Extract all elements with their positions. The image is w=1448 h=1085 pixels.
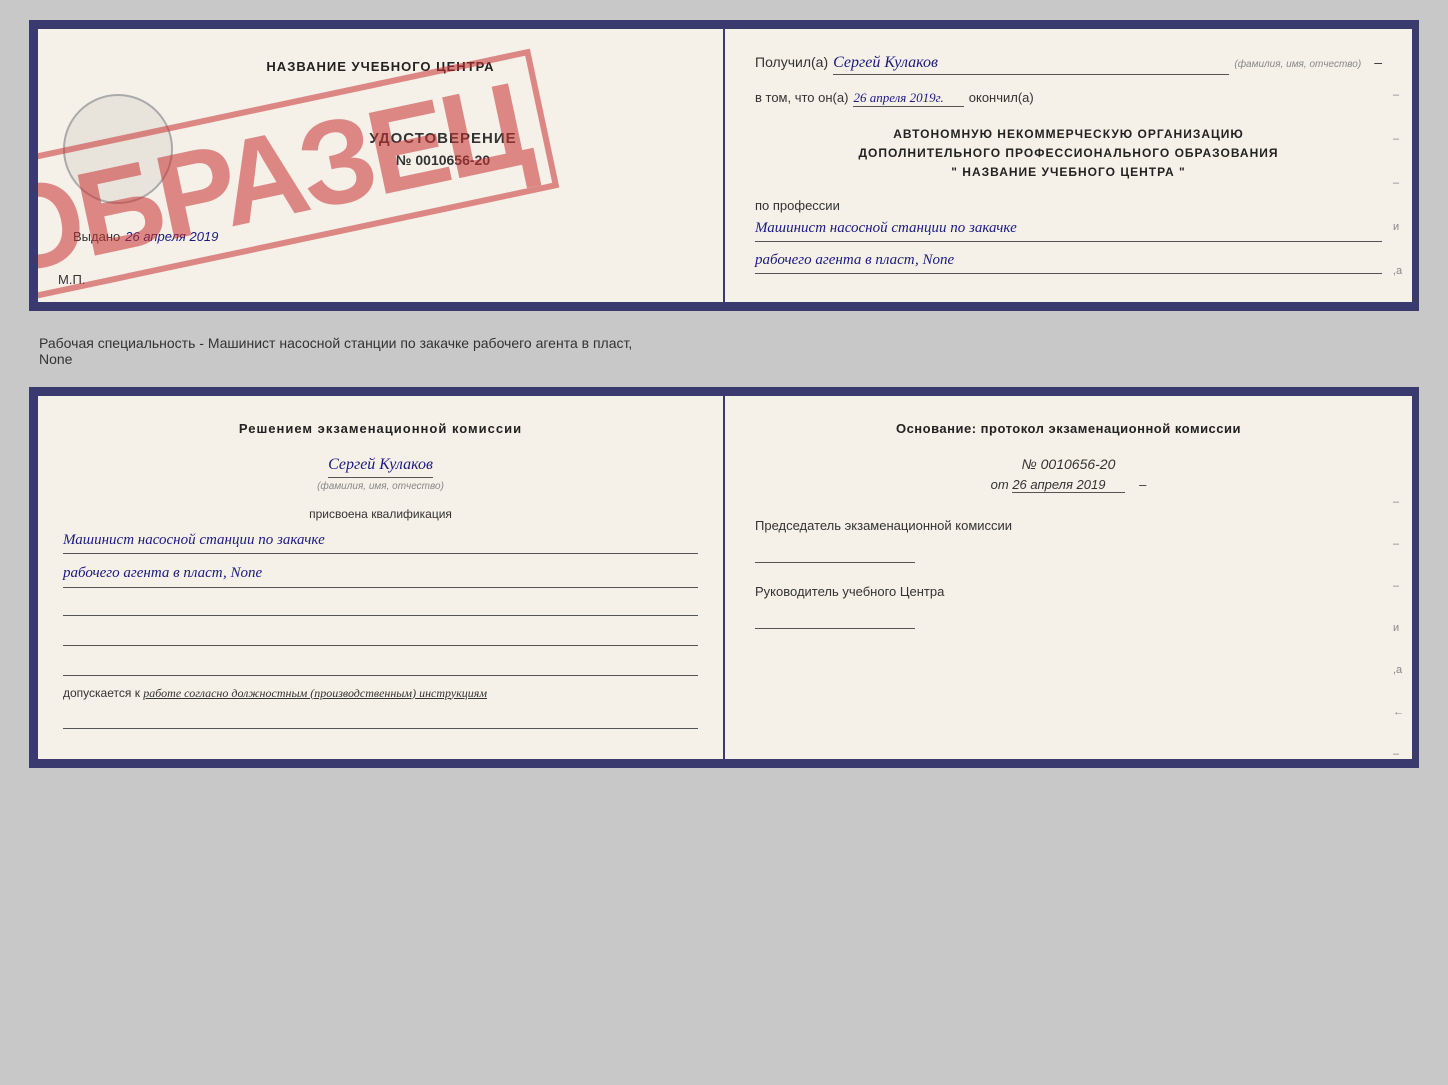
director-sig-line bbox=[755, 609, 915, 629]
protocol-dash: – bbox=[1139, 477, 1146, 492]
cert-number: № 0010656-20 bbox=[396, 152, 490, 168]
bchar4: и bbox=[1393, 622, 1404, 634]
top-center-name: НАЗВАНИЕ УЧЕБНОГО ЦЕНТРА bbox=[266, 59, 494, 74]
char4: и bbox=[1393, 221, 1404, 233]
recipient-prefix: Получил(а) bbox=[755, 54, 828, 70]
basis-title: Основание: протокол экзаменационной коми… bbox=[755, 421, 1382, 436]
issued-row: Выдано 26 апреля 2019 bbox=[63, 229, 698, 244]
stamp-circle bbox=[63, 94, 173, 204]
blank-line-4 bbox=[63, 709, 698, 729]
admitted-prefix: допускается к bbox=[63, 686, 140, 700]
char1: – bbox=[1393, 89, 1404, 101]
bchar2: – bbox=[1393, 538, 1404, 550]
cert-info: УДОСТОВЕРЕНИЕ № 0010656-20 bbox=[188, 94, 698, 204]
dash1: – bbox=[1374, 54, 1382, 70]
date-value: 26 апреля 2019г. bbox=[853, 90, 963, 107]
right-side-chars-bottom: – – – и ,а ← – – – bbox=[1393, 496, 1404, 762]
protocol-date-prefix: от bbox=[991, 477, 1009, 492]
bchar1: – bbox=[1393, 496, 1404, 508]
bottom-doc-right: Основание: протокол экзаменационной коми… bbox=[725, 396, 1412, 759]
right-side-chars: – – – и ,а ← – – – bbox=[1393, 89, 1404, 305]
mp-label: М.П. bbox=[58, 272, 85, 287]
date-row: в том, что он(а) 26 апреля 2019г. окончи… bbox=[755, 90, 1382, 107]
date-prefix: в том, что он(а) bbox=[755, 90, 848, 105]
protocol-date: от 26 апреля 2019 – bbox=[755, 477, 1382, 492]
org-block: АВТОНОМНУЮ НЕКОММЕРЧЕСКУЮ ОРГАНИЗАЦИЮ ДО… bbox=[755, 125, 1382, 183]
director-label: Руководитель учебного Центра bbox=[755, 583, 1382, 601]
profession-label: по профессии bbox=[755, 198, 1382, 213]
protocol-number: № 0010656-20 bbox=[755, 456, 1382, 472]
recipient-hint: (фамилия, имя, отчество) bbox=[1234, 59, 1361, 70]
profession-line1: Машинист насосной станции по закачке bbox=[755, 218, 1382, 242]
issued-prefix: Выдано bbox=[73, 229, 120, 244]
org-line1: АВТОНОМНУЮ НЕКОММЕРЧЕСКУЮ ОРГАНИЗАЦИЮ bbox=[755, 125, 1382, 144]
blank-line-2 bbox=[63, 626, 698, 646]
chairman-sig-line bbox=[755, 543, 915, 563]
admitted-value: работе согласно должностным (производств… bbox=[143, 686, 487, 700]
char2: – bbox=[1393, 133, 1404, 145]
top-doc-left: НАЗВАНИЕ УЧЕБНОГО ЦЕНТРА УДОСТОВЕРЕНИЕ №… bbox=[38, 29, 725, 302]
admitted-row: допускается к работе согласно должностны… bbox=[63, 686, 698, 701]
qualification-line1: Машинист насосной станции по закачке bbox=[63, 529, 698, 555]
bchar6: ← bbox=[1393, 706, 1404, 718]
bchar7: – bbox=[1393, 748, 1404, 760]
org-line2: ДОПОЛНИТЕЛЬНОГО ПРОФЕССИОНАЛЬНОГО ОБРАЗО… bbox=[755, 144, 1382, 163]
bchar5: ,а bbox=[1393, 664, 1404, 676]
decision-title: Решением экзаменационной комиссии bbox=[63, 421, 698, 436]
blank-line-3 bbox=[63, 656, 698, 676]
protocol-date-value: 26 апреля 2019 bbox=[1012, 477, 1125, 493]
person-block: Сергей Кулаков (фамилия, имя, отчество) bbox=[63, 456, 698, 492]
bottom-doc-left: Решением экзаменационной комиссии Сергей… bbox=[38, 396, 725, 759]
qualification-line2: рабочего агента в пласт, None bbox=[63, 562, 698, 588]
middle-line2: None bbox=[39, 351, 1414, 367]
blank-line-1 bbox=[63, 596, 698, 616]
bchar3: – bbox=[1393, 580, 1404, 592]
stamp-area: УДОСТОВЕРЕНИЕ № 0010656-20 bbox=[63, 94, 698, 204]
bottom-document: Решением экзаменационной комиссии Сергей… bbox=[35, 393, 1415, 762]
char3: – bbox=[1393, 177, 1404, 189]
top-doc-right: Получил(а) Сергей Кулаков (фамилия, имя,… bbox=[725, 29, 1412, 302]
recipient-name: Сергей Кулаков bbox=[833, 54, 1229, 75]
date-suffix: окончил(а) bbox=[969, 90, 1034, 105]
top-document-outer: НАЗВАНИЕ УЧЕБНОГО ЦЕНТРА УДОСТОВЕРЕНИЕ №… bbox=[29, 20, 1419, 311]
top-document: НАЗВАНИЕ УЧЕБНОГО ЦЕНТРА УДОСТОВЕРЕНИЕ №… bbox=[35, 26, 1415, 305]
cert-title: УДОСТОВЕРЕНИЕ bbox=[369, 130, 516, 147]
person-name-bottom: Сергей Кулаков bbox=[328, 456, 433, 478]
char5: ,а bbox=[1393, 265, 1404, 277]
bottom-document-outer: Решением экзаменационной комиссии Сергей… bbox=[29, 387, 1419, 768]
profession-line2: рабочего агента в пласт, None bbox=[755, 250, 1382, 274]
recipient-row: Получил(а) Сергей Кулаков (фамилия, имя,… bbox=[755, 54, 1382, 75]
assigned-label: присвоена квалификация bbox=[63, 507, 698, 521]
middle-text-block: Рабочая специальность - Машинист насосно… bbox=[34, 327, 1414, 371]
issued-date: 26 апреля 2019 bbox=[125, 229, 218, 244]
org-line3: " НАЗВАНИЕ УЧЕБНОГО ЦЕНТРА " bbox=[755, 163, 1382, 182]
chairman-label: Председатель экзаменационной комиссии bbox=[755, 517, 1382, 535]
person-hint-bottom: (фамилия, имя, отчество) bbox=[63, 481, 698, 492]
middle-line1: Рабочая специальность - Машинист насосно… bbox=[39, 335, 1414, 351]
